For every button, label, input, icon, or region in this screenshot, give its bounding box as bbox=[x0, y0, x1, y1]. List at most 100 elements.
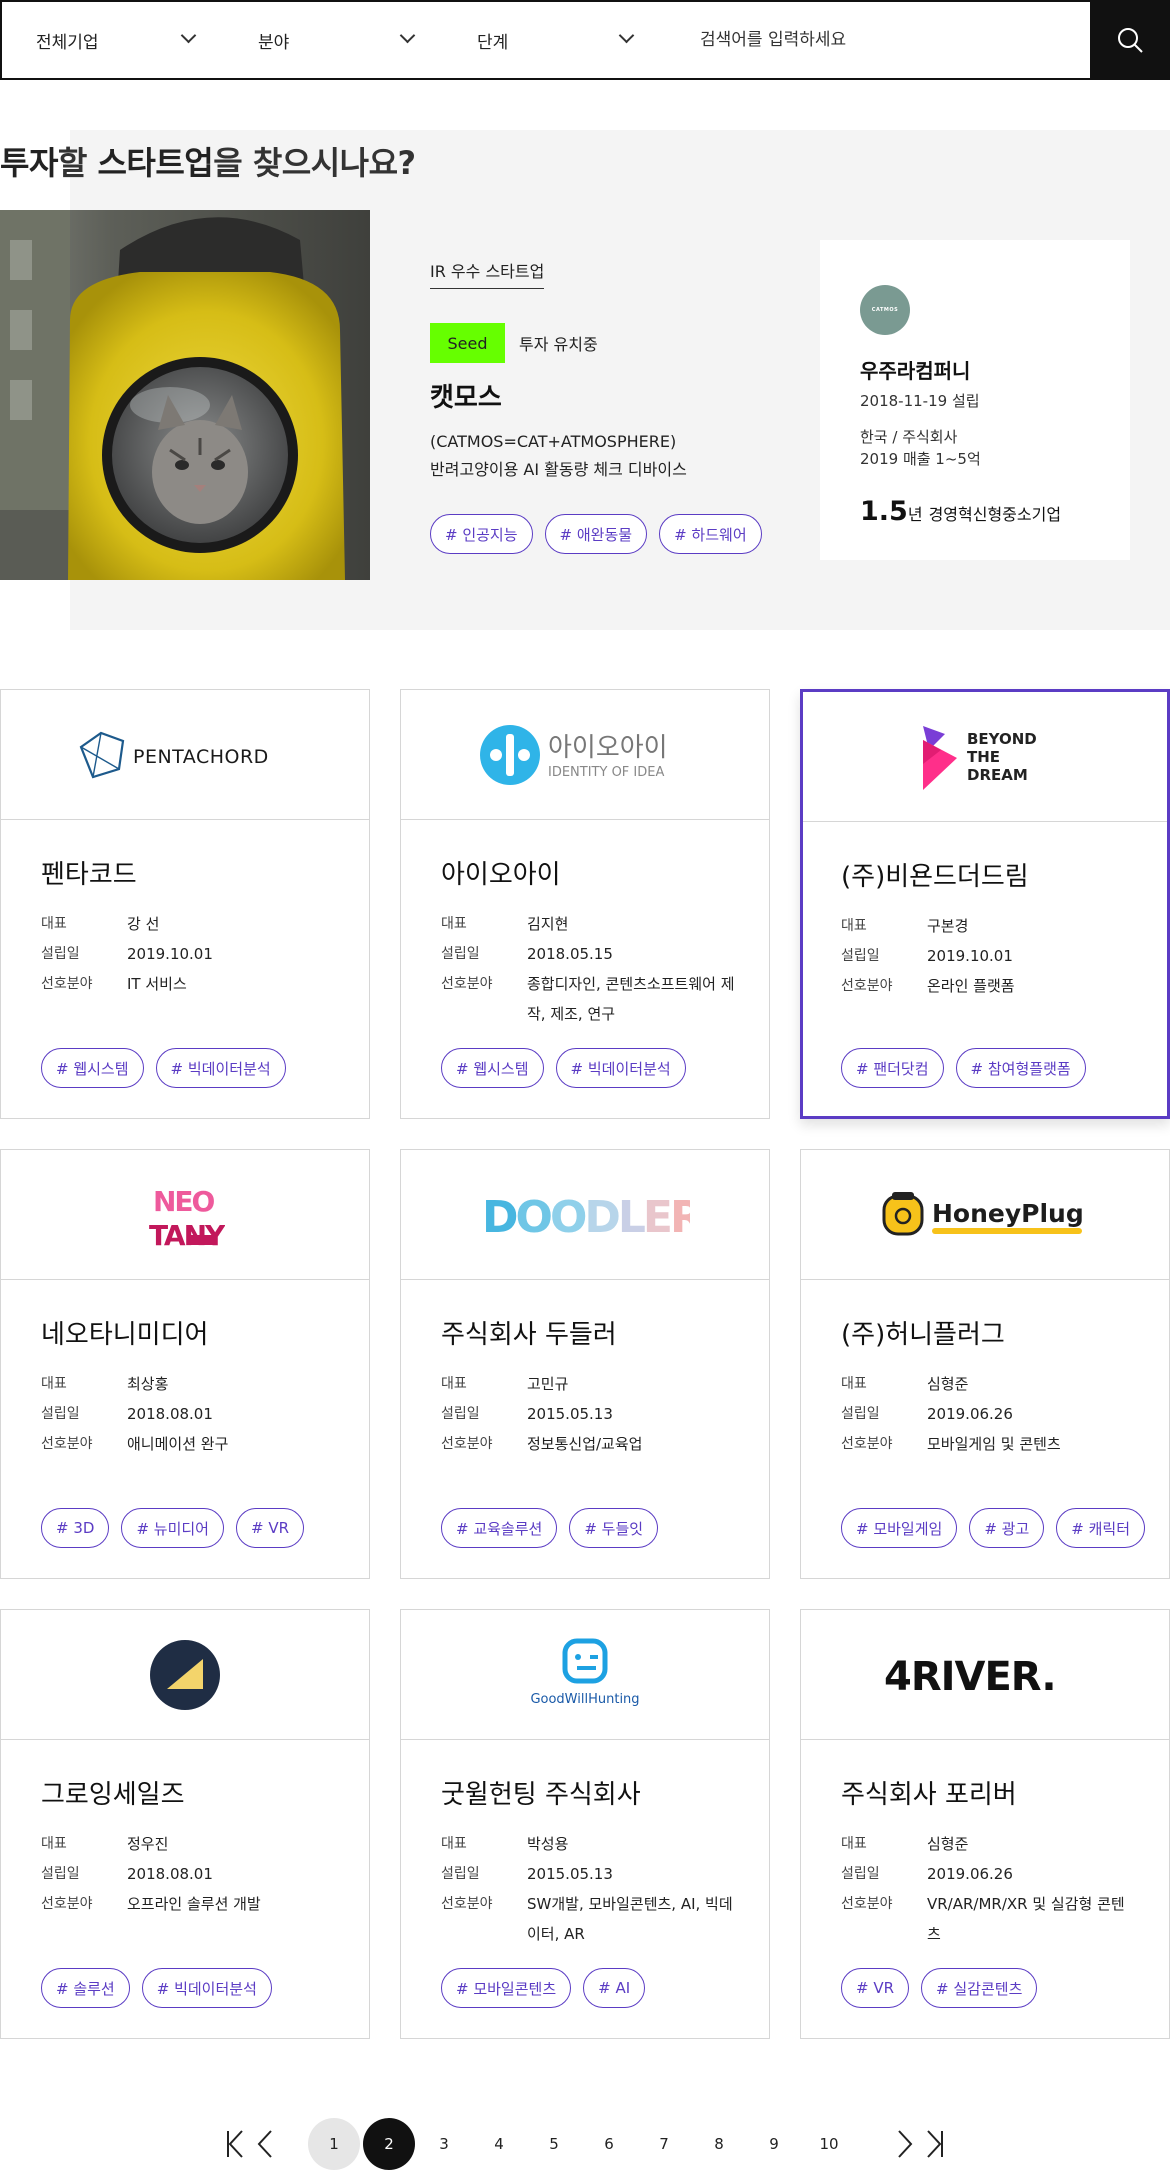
tag-chip[interactable]: # 캐릭터 bbox=[1056, 1508, 1146, 1548]
logo-wordmark: DREAM bbox=[967, 766, 1028, 784]
tag-chip[interactable]: # 모바일게임 bbox=[841, 1508, 958, 1548]
ceo-row: 대표 박성용 bbox=[441, 1829, 769, 1859]
stage-filter-value: 단계 bbox=[477, 32, 509, 53]
company-filter-select[interactable]: 전체기업 bbox=[2, 2, 224, 78]
founded-row: 설립일 2015.05.13 bbox=[441, 1399, 769, 1429]
ceo-value: 정우진 bbox=[127, 1835, 169, 1853]
company-card[interactable]: 그로잉세일즈 대표 정우진 설립일 2018.08.01 선호분야 오프라인 솔루션 … bbox=[0, 1609, 370, 2039]
founded-label: 설립일 bbox=[441, 1866, 480, 1882]
tag-chip[interactable]: # 광고 bbox=[969, 1508, 1045, 1548]
page-2-current[interactable]: 2 bbox=[363, 2118, 415, 2170]
page-10[interactable]: 10 bbox=[803, 2118, 855, 2170]
page-1[interactable]: 1 bbox=[308, 2118, 360, 2170]
company-card[interactable]: NEO TANY 네오타니미디어 대표 최상홍 설립일 2018.08.01 선호분… bbox=[0, 1149, 370, 1579]
ceo-value: 심형준 bbox=[927, 1375, 969, 1393]
tag-chip[interactable]: # 웹시스템 bbox=[441, 1048, 544, 1088]
tag-chip[interactable]: # 인공지능 bbox=[430, 514, 533, 554]
title-part: 투자 bbox=[0, 144, 58, 182]
page-5[interactable]: 5 bbox=[528, 2118, 580, 2170]
card-logo-area: DOODLER bbox=[401, 1150, 769, 1280]
founded-value: 2018.08.01 bbox=[127, 1865, 213, 1883]
search-button[interactable] bbox=[1090, 0, 1170, 80]
featured-startup-image[interactable] bbox=[0, 210, 370, 580]
card-tags: # 팬더닷컴 # 참여형플랫폼 bbox=[841, 1048, 1086, 1088]
tag-chip[interactable]: # 하드웨어 bbox=[659, 514, 762, 554]
tag-chip[interactable]: # AI bbox=[583, 1968, 646, 2008]
years-suffix: 년 bbox=[907, 505, 923, 524]
ceo-row: 대표 심형준 bbox=[841, 1369, 1169, 1399]
tag-chip[interactable]: # 솔루션 bbox=[41, 1968, 130, 2008]
chevron-down-icon bbox=[618, 27, 635, 44]
ceo-row: 대표 구본경 bbox=[841, 911, 1167, 941]
card-body: (주)비욘드더드림 대표 구본경 설립일 2019.10.01 선호분야 온라인 플랫… bbox=[803, 822, 1167, 1001]
tag-chip[interactable]: # 두들잇 bbox=[569, 1508, 659, 1548]
tag-chip[interactable]: # 모바일콘텐츠 bbox=[441, 1968, 572, 2008]
stage-row: Seed 투자 유치중 bbox=[430, 323, 790, 363]
field-label: 선호분야 bbox=[841, 1436, 893, 1452]
ceo-label: 대표 bbox=[841, 918, 867, 934]
page-9[interactable]: 9 bbox=[748, 2118, 800, 2170]
company-card[interactable]: PENTACHORD 펜타코드 대표 강 선 설립일 2019.10.01 선호분야… bbox=[0, 689, 370, 1119]
card-logo-area: 아이오아이 IDENTITY OF IDEA bbox=[401, 690, 769, 820]
page-7[interactable]: 7 bbox=[638, 2118, 690, 2170]
doodler-logo: DOODLER bbox=[482, 1192, 690, 1240]
page-8[interactable]: 8 bbox=[693, 2118, 745, 2170]
tag-chip[interactable]: # 웹시스템 bbox=[41, 1048, 144, 1088]
ceo-label: 대표 bbox=[41, 1376, 67, 1392]
tag-chip[interactable]: # 참여형플랫폼 bbox=[955, 1048, 1086, 1088]
field-filter-select[interactable]: 분야 bbox=[224, 2, 443, 78]
company-card[interactable]: DOODLER 주식회사 두들러 대표 고민규 설립일 2015.05.13 선호분… bbox=[400, 1149, 770, 1579]
tag-chip[interactable]: # 팬더닷컴 bbox=[841, 1048, 944, 1088]
company-card[interactable]: GoodWillHunting 굿윌헌팅 주식회사 대표 박성용 설립일 2015.… bbox=[400, 1609, 770, 2039]
founded-label: 설립일 bbox=[41, 1866, 80, 1882]
page-4[interactable]: 4 bbox=[473, 2118, 525, 2170]
tag-chip[interactable]: # 교육솔루션 bbox=[441, 1508, 558, 1548]
company-card[interactable]: HoneyPlug (주)허니플러그 대표 심형준 설립일 2019.06.26 선… bbox=[800, 1149, 1170, 1579]
tag-chip[interactable]: # 실감콘텐츠 bbox=[921, 1968, 1038, 2008]
search-input[interactable] bbox=[662, 2, 1090, 78]
chevron-right-icon bbox=[898, 2130, 913, 2158]
company-name[interactable]: 우주라컴퍼니 bbox=[860, 355, 1090, 384]
page-6[interactable]: 6 bbox=[583, 2118, 635, 2170]
field-row: 선호분야 애니메이션 완구 bbox=[41, 1429, 369, 1459]
field-label: 선호분야 bbox=[41, 1436, 93, 1452]
company-card[interactable]: 아이오아이 IDENTITY OF IDEA 아이오아이 대표 김지현 설립일 20… bbox=[400, 689, 770, 1119]
card-body: (주)허니플러그 대표 심형준 설립일 2019.06.26 선호분야 모바일게임 및… bbox=[801, 1280, 1169, 1459]
tag-chip[interactable]: # 뉴미디어 bbox=[121, 1508, 224, 1548]
stage-filter-select[interactable]: 단계 bbox=[443, 2, 662, 78]
company-card[interactable]: 4RIVER. 주식회사 포리버 대표 심형준 설립일 2019.06.26 선호분… bbox=[800, 1609, 1170, 2039]
field-row: 선호분야 종합디자인, 콘텐츠소프트웨어 제작, 제조, 연구 bbox=[441, 969, 769, 1029]
stage-badge: Seed bbox=[430, 323, 505, 363]
tag-chip[interactable]: # 빅데이터분석 bbox=[141, 1968, 272, 2008]
tag-chip[interactable]: # 빅데이터분석 bbox=[555, 1048, 686, 1088]
founded-label: 설립일 bbox=[41, 1406, 80, 1422]
tag-chip[interactable]: # VR bbox=[235, 1508, 305, 1548]
tag-chip[interactable]: # 애완동물 bbox=[544, 514, 648, 554]
card-company-name: 그로잉세일즈 bbox=[41, 1780, 185, 1810]
ceo-value: 고민규 bbox=[527, 1375, 569, 1393]
tag-chip[interactable]: # VR bbox=[841, 1968, 910, 2008]
founded-value: 2015.05.13 bbox=[527, 1405, 613, 1423]
card-company-name: 네오타니미디어 bbox=[41, 1320, 209, 1350]
prev-page-button[interactable] bbox=[250, 2124, 280, 2164]
next-page-button[interactable] bbox=[890, 2124, 920, 2164]
tag-chip[interactable]: # 빅데이터분석 bbox=[155, 1048, 286, 1088]
field-label: 선호분야 bbox=[441, 1896, 493, 1912]
last-page-icon bbox=[927, 2130, 943, 2158]
ceo-value: 최상홍 bbox=[127, 1375, 169, 1393]
ceo-value: 심형준 bbox=[927, 1835, 969, 1853]
goodwillhunting-logo: GoodWillHunting bbox=[530, 1638, 640, 1707]
years-value: 1.5 bbox=[860, 496, 908, 527]
company-logo: CATMOS bbox=[860, 285, 910, 335]
last-page-button[interactable] bbox=[920, 2124, 950, 2164]
page-3[interactable]: 3 bbox=[418, 2118, 470, 2170]
honeyplug-logo: HoneyPlug bbox=[882, 1191, 1084, 1235]
founded-value: 2019.10.01 bbox=[927, 947, 1013, 965]
startup-name[interactable]: 캣모스 bbox=[430, 377, 790, 414]
field-row: 선호분야 정보통신업/교육업 bbox=[441, 1429, 769, 1459]
card-tags: # 웹시스템 # 빅데이터분석 bbox=[41, 1048, 286, 1088]
card-body: 아이오아이 대표 김지현 설립일 2018.05.15 선호분야 종합디자인, 콘텐츠… bbox=[401, 820, 769, 1029]
company-card-selected[interactable]: BEYOND THE DREAM (주)비욘드더드림 대표 구본경 설립일 2019… bbox=[800, 689, 1170, 1119]
first-page-button[interactable] bbox=[220, 2124, 250, 2164]
tag-chip[interactable]: # 3D bbox=[41, 1508, 110, 1548]
